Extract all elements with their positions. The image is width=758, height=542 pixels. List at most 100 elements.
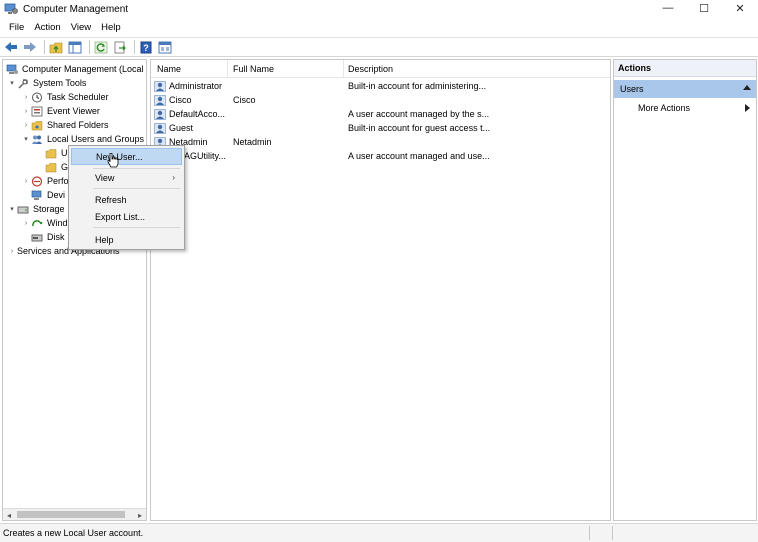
- tree-item-computer-management[interactable]: Computer Management (Local: [4, 62, 144, 76]
- toolbar-separator: [89, 40, 90, 54]
- menu-view[interactable]: View: [66, 22, 96, 33]
- user-full-name: Cisco: [233, 95, 256, 105]
- context-menu-new-user[interactable]: New User...: [71, 148, 182, 165]
- minimize-button[interactable]: —: [650, 0, 686, 16]
- actions-pane: Actions Users More Actions: [613, 59, 757, 521]
- disk-icon: [31, 232, 43, 243]
- users-group-icon: [31, 134, 43, 145]
- toolbar-separator: [134, 40, 135, 54]
- status-divider: [589, 526, 590, 540]
- menu-action[interactable]: Action: [29, 22, 65, 33]
- user-name: Cisco: [169, 95, 192, 105]
- properties-icon[interactable]: [157, 39, 173, 55]
- table-row[interactable]: Netadmin Netadmin: [151, 136, 610, 150]
- folder-icon: [45, 162, 57, 173]
- help-icon[interactable]: ?: [138, 39, 154, 55]
- user-name: DefaultAcco...: [169, 109, 226, 119]
- tree-item-performance[interactable]: › Perfo: [21, 174, 69, 188]
- folder-icon: [45, 148, 57, 159]
- list-header: Name Full Name Description: [151, 60, 610, 78]
- context-menu: New User... View › Refresh Export List..…: [68, 145, 185, 250]
- user-description: Built-in account for guest access t...: [348, 123, 491, 133]
- shared-folder-icon: [31, 120, 43, 131]
- back-icon[interactable]: [3, 39, 19, 55]
- user-description: A user account managed by the s...: [348, 109, 490, 119]
- status-text: Creates a new Local User account.: [3, 528, 144, 538]
- tree-item-local-users-and-groups[interactable]: ▾ Local Users and Groups: [21, 132, 144, 146]
- user-icon: [154, 109, 166, 120]
- context-menu-view[interactable]: View ›: [71, 169, 182, 186]
- context-menu-help[interactable]: Help: [71, 231, 182, 248]
- table-row[interactable]: WDAGUtility... A user account managed an…: [151, 150, 610, 164]
- tree-expander[interactable]: ›: [21, 94, 31, 101]
- actions-group-label: Users: [620, 84, 644, 94]
- tree-item-task-scheduler[interactable]: › Task Scheduler: [21, 90, 109, 104]
- window-title: Computer Management: [23, 3, 129, 15]
- actions-group-users[interactable]: Users: [614, 80, 756, 98]
- column-name[interactable]: Name: [157, 64, 181, 74]
- tree-item-system-tools[interactable]: ▾ System Tools: [7, 76, 86, 90]
- export-icon[interactable]: [112, 39, 128, 55]
- tree-item-event-viewer[interactable]: › Event Viewer: [21, 104, 100, 118]
- user-name: Administrator: [169, 81, 223, 91]
- tree-horizontal-scrollbar[interactable]: ◂ ▸: [3, 508, 146, 520]
- clock-icon: [31, 92, 43, 103]
- close-button[interactable]: ✕: [722, 0, 758, 16]
- tree-expander[interactable]: ▾: [7, 79, 17, 87]
- tree-item-windows-backup[interactable]: › Wind: [21, 216, 68, 230]
- menu-help[interactable]: Help: [96, 22, 126, 33]
- table-row[interactable]: Guest Built-in account for guest access …: [151, 122, 610, 136]
- up-folder-icon[interactable]: [48, 39, 64, 55]
- user-list: Name Full Name Description Administrator…: [150, 59, 611, 521]
- user-full-name: Netadmin: [233, 137, 272, 147]
- context-menu-separator: [93, 188, 180, 189]
- user-description: Built-in account for administering...: [348, 81, 487, 91]
- table-row[interactable]: DefaultAcco... A user account managed by…: [151, 108, 610, 122]
- hand-cursor-icon: [106, 152, 120, 168]
- computer-icon: [6, 64, 18, 75]
- scroll-right-icon[interactable]: ▸: [134, 509, 146, 520]
- context-menu-refresh[interactable]: Refresh: [71, 191, 182, 208]
- toolbar: ?: [0, 37, 758, 57]
- tree-item-disk-management[interactable]: Disk: [31, 230, 65, 244]
- status-divider: [612, 526, 613, 540]
- submenu-arrow-icon: ›: [172, 173, 175, 182]
- context-menu-separator: [93, 227, 180, 228]
- table-row[interactable]: Cisco Cisco: [151, 94, 610, 108]
- context-menu-export-list[interactable]: Export List...: [71, 208, 182, 225]
- scrollbar-thumb[interactable]: [17, 511, 125, 518]
- menu-bar: File Action View Help: [0, 18, 758, 37]
- storage-icon: [17, 204, 29, 215]
- tree-expander[interactable]: ›: [21, 178, 31, 185]
- tree-expander[interactable]: ›: [7, 248, 17, 255]
- tree-expander[interactable]: ▾: [21, 135, 31, 143]
- more-actions-label: More Actions: [638, 103, 691, 113]
- tree-item-shared-folders[interactable]: › Shared Folders: [21, 118, 109, 132]
- device-manager-icon: [31, 190, 43, 201]
- tree-item-storage[interactable]: ▾ Storage: [7, 202, 64, 216]
- column-divider[interactable]: [343, 60, 344, 78]
- status-bar: Creates a new Local User account.: [0, 523, 758, 542]
- column-full-name[interactable]: Full Name: [233, 64, 274, 74]
- table-row[interactable]: Administrator Built-in account for admin…: [151, 80, 610, 94]
- maximize-button[interactable]: ☐: [686, 0, 722, 16]
- tree-expander[interactable]: ›: [21, 220, 31, 227]
- collapse-icon[interactable]: [743, 85, 751, 90]
- tree-expander[interactable]: ›: [21, 108, 31, 115]
- column-divider[interactable]: [227, 60, 228, 78]
- actions-header: Actions: [614, 60, 756, 77]
- tree-expander[interactable]: ›: [21, 122, 31, 129]
- show-hide-tree-icon[interactable]: [67, 39, 83, 55]
- tree-item-groups[interactable]: G: [45, 160, 68, 174]
- more-actions-item[interactable]: More Actions: [614, 100, 756, 116]
- menu-file[interactable]: File: [4, 22, 29, 33]
- submenu-arrow-icon: [745, 104, 750, 112]
- refresh-icon[interactable]: [93, 39, 109, 55]
- tree-expander[interactable]: ▾: [7, 205, 17, 213]
- user-icon: [154, 95, 166, 106]
- tree-item-device-manager[interactable]: Devi: [31, 188, 65, 202]
- tree-item-users[interactable]: U: [45, 146, 68, 160]
- scroll-left-icon[interactable]: ◂: [3, 509, 15, 520]
- forward-icon[interactable]: [22, 39, 38, 55]
- column-description[interactable]: Description: [348, 64, 393, 74]
